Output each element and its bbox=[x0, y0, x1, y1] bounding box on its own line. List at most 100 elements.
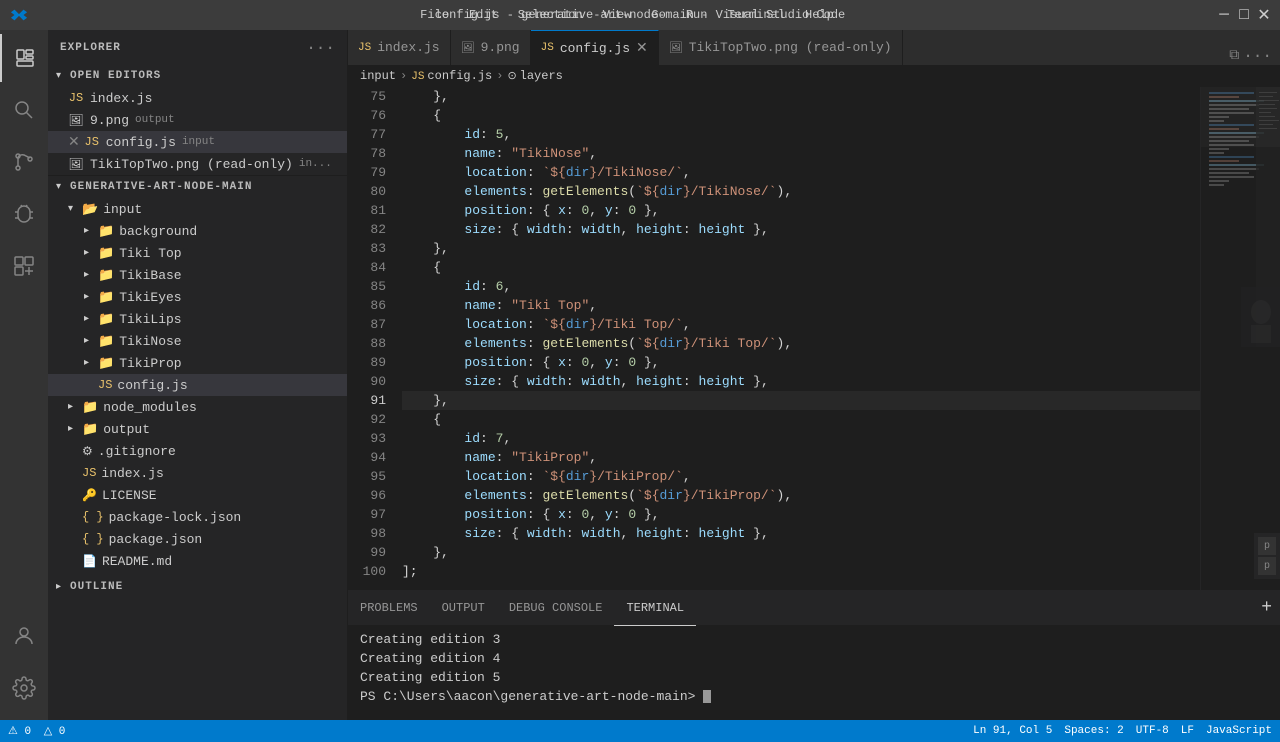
tab-close-icon[interactable]: ✕ bbox=[636, 40, 648, 57]
status-language[interactable]: JavaScript bbox=[1206, 725, 1272, 737]
tree-folder-input[interactable]: ▾ 📂 input bbox=[48, 198, 347, 220]
tree-folder-output[interactable]: ▸ 📁 output bbox=[48, 418, 347, 440]
folder-arrow-tiki-top: ▸ bbox=[84, 247, 98, 259]
tab-png-icon: 🖼 bbox=[461, 41, 475, 55]
panel-tab-problems[interactable]: PROBLEMS bbox=[348, 591, 430, 626]
activity-explorer[interactable] bbox=[0, 34, 48, 82]
tree-folder-tikilips[interactable]: ▸ 📁 TikiLips bbox=[48, 308, 347, 330]
close-button[interactable]: ✕ bbox=[1258, 9, 1270, 21]
vscode-icon bbox=[10, 6, 28, 24]
breadcrumb-config-js[interactable]: JSconfig.js bbox=[411, 69, 492, 83]
file-no-arrow: ▸ bbox=[68, 445, 82, 457]
tab-js-icon: JS bbox=[541, 42, 554, 54]
breadcrumb-input[interactable]: input bbox=[360, 69, 396, 83]
code-line-79: location: `${dir}/TikiNose/`, bbox=[402, 163, 1200, 182]
open-file-tikitoptwo[interactable]: 🖼 TikiTopTwo.png (read-only) in... bbox=[48, 153, 347, 175]
open-editors-header[interactable]: ▾ OPEN EDITORS bbox=[48, 65, 347, 87]
tree-label-package-json: package.json bbox=[109, 532, 203, 547]
terminal-panel-icon-2[interactable]: p bbox=[1258, 557, 1276, 575]
more-actions-icon[interactable]: ··· bbox=[1243, 47, 1272, 65]
warning-icon: △ bbox=[44, 726, 52, 738]
folder-arrow-tikiprop: ▸ bbox=[84, 357, 98, 369]
code-line-87: location: `${dir}/Tiki Top/`, bbox=[402, 315, 1200, 334]
tree-file-readme[interactable]: ▸ 📄 README.md bbox=[48, 550, 347, 572]
activity-extensions[interactable] bbox=[0, 242, 48, 290]
tree-file-gitignore[interactable]: ▸ ⚙ .gitignore bbox=[48, 440, 347, 462]
status-bar: ⚠ 0 △ 0 Ln 91, Col 5 Spaces: 2 UTF-8 LF … bbox=[0, 720, 1280, 742]
activity-account[interactable] bbox=[0, 612, 48, 660]
terminal-panel-icon-1[interactable]: p bbox=[1258, 537, 1276, 555]
activity-search[interactable] bbox=[0, 86, 48, 134]
tab-tikitoptwo[interactable]: 🖼 TikiTopTwo.png (read-only) bbox=[659, 30, 903, 65]
code-line-94: name: "TikiProp", bbox=[402, 448, 1200, 467]
folder-icon: 📁 bbox=[98, 290, 114, 305]
outline-header[interactable]: ▸ OUTLINE bbox=[48, 576, 347, 598]
activity-source-control[interactable] bbox=[0, 138, 48, 186]
tree-folder-node-modules[interactable]: ▸ 📁 node_modules bbox=[48, 396, 347, 418]
tab-config-js[interactable]: JS config.js ✕ bbox=[531, 30, 659, 65]
open-file-name: 9.png bbox=[90, 113, 129, 128]
md-file-icon: 📄 bbox=[82, 554, 97, 569]
tree-folder-tikibase[interactable]: ▸ 📁 TikiBase bbox=[48, 264, 347, 286]
status-errors[interactable]: ⚠ 0 △ 0 bbox=[8, 724, 65, 738]
panel-tab-output[interactable]: OUTPUT bbox=[430, 591, 497, 626]
tabs-actions: ⧉ ··· bbox=[1221, 47, 1280, 65]
input-badge: in... bbox=[299, 158, 332, 170]
code-line-93: id: 7, bbox=[402, 429, 1200, 448]
panel-tab-terminal[interactable]: TERMINAL bbox=[614, 591, 696, 626]
status-spaces[interactable]: Spaces: 2 bbox=[1064, 725, 1123, 737]
titlebar-title: config.js - generative-art-node-main - V… bbox=[435, 8, 845, 22]
tree-label-input: input bbox=[103, 202, 142, 217]
activity-settings[interactable] bbox=[0, 664, 48, 712]
file-close-icon[interactable]: ✕ bbox=[68, 134, 80, 151]
tree-label-background: background bbox=[119, 224, 197, 239]
open-file-config-js[interactable]: ✕ JS config.js input bbox=[48, 131, 347, 153]
folder-arrow-tikibase: ▸ bbox=[84, 269, 98, 281]
code-line-76: { bbox=[402, 106, 1200, 125]
tab-index-js[interactable]: JS index.js bbox=[348, 30, 451, 65]
tree-label-readme: README.md bbox=[102, 554, 172, 569]
tree-folder-background[interactable]: ▸ 📁 background bbox=[48, 220, 347, 242]
status-position[interactable]: Ln 91, Col 5 bbox=[973, 725, 1052, 737]
tab-9-png[interactable]: 🖼 9.png bbox=[451, 30, 531, 65]
outline-arrow: ▸ bbox=[56, 581, 66, 593]
open-file-name: config.js bbox=[106, 135, 176, 150]
tree-file-license[interactable]: ▸ 🔑 LICENSE bbox=[48, 484, 347, 506]
code-area[interactable]: }, { id: 5, name: "TikiNose", location: … bbox=[394, 87, 1200, 590]
open-editors-label: OPEN EDITORS bbox=[70, 70, 161, 82]
folder-arrow-background: ▸ bbox=[84, 225, 98, 237]
tree-folder-tiki-top[interactable]: ▸ 📁 Tiki Top bbox=[48, 242, 347, 264]
maximize-button[interactable]: □ bbox=[1238, 9, 1250, 21]
folder-icon: 📁 bbox=[82, 422, 98, 437]
editor-area: JS index.js 🖼 9.png JS config.js ✕ 🖼 Tik… bbox=[348, 30, 1280, 720]
status-encoding[interactable]: UTF-8 bbox=[1136, 725, 1169, 737]
tree-file-index-js[interactable]: ▸ JS index.js bbox=[48, 462, 347, 484]
tree-label-tiki-top: Tiki Top bbox=[119, 246, 181, 261]
code-line-82: size: { width: width, height: height }, bbox=[402, 220, 1200, 239]
breadcrumb-sep-2: › bbox=[496, 69, 503, 83]
minimize-button[interactable]: ─ bbox=[1218, 9, 1230, 21]
tree-file-package-json[interactable]: ▸ { } package.json bbox=[48, 528, 347, 550]
error-icon: ⚠ bbox=[8, 726, 18, 738]
folder-arrow-tikinose: ▸ bbox=[84, 335, 98, 347]
breadcrumb-layers[interactable]: ⊙layers bbox=[507, 69, 562, 83]
new-terminal-button[interactable]: + bbox=[1261, 598, 1272, 618]
split-editor-icon[interactable]: ⧉ bbox=[1229, 48, 1239, 64]
code-line-99: }, bbox=[402, 543, 1200, 562]
panel-tab-debug-console[interactable]: DEBUG CONSOLE bbox=[497, 591, 615, 626]
project-header[interactable]: ▾ GENERATIVE-ART-NODE-MAIN bbox=[48, 176, 347, 198]
output-badge: output bbox=[135, 114, 175, 126]
error-count: 0 bbox=[24, 726, 31, 738]
status-bar-right: Ln 91, Col 5 Spaces: 2 UTF-8 LF JavaScri… bbox=[973, 725, 1272, 737]
sidebar-more-button[interactable]: ··· bbox=[306, 39, 335, 57]
activity-debug[interactable] bbox=[0, 190, 48, 238]
tree-file-config-js[interactable]: ▸ JS config.js bbox=[48, 374, 347, 396]
tree-folder-tikieyes[interactable]: ▸ 📁 TikiEyes bbox=[48, 286, 347, 308]
tree-folder-tikinose[interactable]: ▸ 📁 TikiNose bbox=[48, 330, 347, 352]
open-file-9-png[interactable]: 🖼 9.png output bbox=[48, 109, 347, 131]
tree-folder-tikiprop[interactable]: ▸ 📁 TikiProp bbox=[48, 352, 347, 374]
status-eol[interactable]: LF bbox=[1181, 725, 1194, 737]
open-file-index-js[interactable]: JS index.js bbox=[48, 87, 347, 109]
tree-file-package-lock[interactable]: ▸ { } package-lock.json bbox=[48, 506, 347, 528]
code-line-91: }, bbox=[402, 391, 1200, 410]
